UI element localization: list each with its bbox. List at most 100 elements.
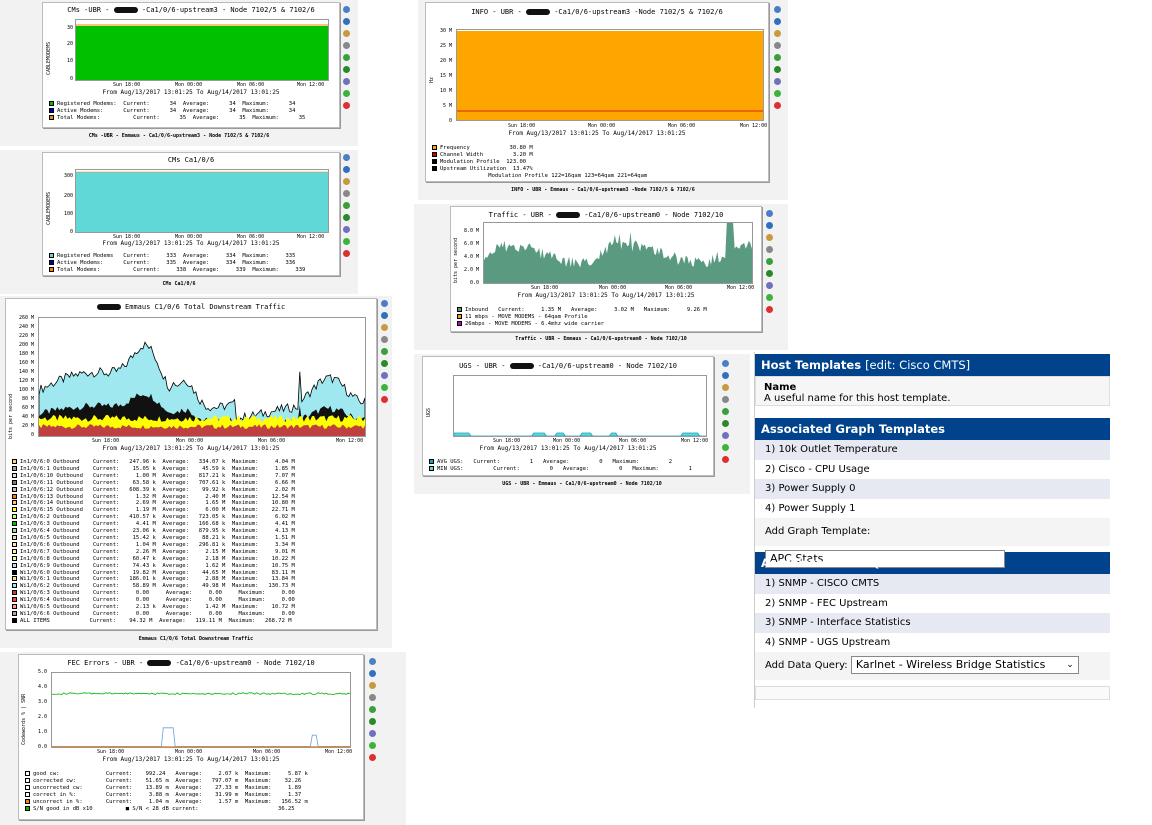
add-icon[interactable]: [722, 444, 729, 451]
bars-icon[interactable]: [343, 214, 350, 221]
properties-icon[interactable]: [766, 282, 773, 289]
spike-icon[interactable]: [343, 190, 350, 197]
spike-icon[interactable]: [766, 246, 773, 253]
graph-tools[interactable]: [343, 154, 351, 262]
zoom-icon[interactable]: [722, 360, 729, 367]
graph-template-item[interactable]: 1) 10k Outlet Temperature: [755, 440, 1110, 460]
y-tick: 60 M: [21, 405, 34, 411]
graph-traffic[interactable]: Traffic - UBR - -Ca1/0/6-upstream0 - Nod…: [450, 206, 762, 332]
graph-title: CMs Ca1/0/6: [167, 156, 215, 164]
spike-icon[interactable]: [369, 694, 376, 701]
query-icon[interactable]: [369, 670, 376, 677]
properties-icon[interactable]: [343, 226, 350, 233]
zoom-icon[interactable]: [343, 154, 350, 161]
graph-tools[interactable]: [722, 360, 730, 468]
data-query-item[interactable]: 4) SNMP - UGS Upstream: [755, 633, 1110, 653]
query-icon[interactable]: [343, 18, 350, 25]
graph-template-item[interactable]: 4) Power Supply 1: [755, 499, 1110, 519]
query-icon[interactable]: [774, 18, 781, 25]
add-icon[interactable]: [381, 384, 388, 391]
edit-template-link[interactable]: [edit: Cisco CMTS]: [865, 358, 970, 372]
graph-tools[interactable]: [343, 6, 351, 114]
csv-icon[interactable]: [369, 706, 376, 713]
delete-icon[interactable]: [381, 396, 388, 403]
bars-icon[interactable]: [343, 66, 350, 73]
zoom-icon[interactable]: [766, 210, 773, 217]
zoom-icon[interactable]: [774, 6, 781, 13]
wrench-icon[interactable]: [381, 324, 388, 331]
wrench-icon[interactable]: [774, 30, 781, 37]
graph-template-item[interactable]: 3) Power Supply 0: [755, 479, 1110, 499]
graph-info[interactable]: INFO - UBR - -Ca1/0/6-upstream3 -Node 71…: [425, 2, 769, 182]
graph-downstream[interactable]: Emmaus C1/0/6 Total Downstream Traffic b…: [5, 298, 377, 630]
delete-icon[interactable]: [774, 102, 781, 109]
graph-template-item[interactable]: 2) Cisco - CPU Usage: [755, 460, 1110, 480]
graph-tools[interactable]: [369, 658, 377, 766]
spike-icon[interactable]: [774, 42, 781, 49]
csv-icon[interactable]: [766, 258, 773, 265]
add-icon[interactable]: [369, 742, 376, 749]
graph-tools[interactable]: [766, 210, 774, 318]
legend-text: Wi1/0/6:1 Outbound Current: 186.01 k Ave…: [20, 576, 295, 583]
legend-item: uncorrect in %: Current: 1.04 m Average:…: [25, 798, 308, 806]
properties-icon[interactable]: [343, 78, 350, 85]
spike-icon[interactable]: [722, 396, 729, 403]
delete-icon[interactable]: [722, 456, 729, 463]
area-series: [76, 171, 328, 232]
legend-text: In1/0/6:2 Outbound Current: 410.57 k Ave…: [20, 514, 295, 521]
data-query-item[interactable]: 1) SNMP - CISCO CMTS: [755, 574, 1110, 594]
delete-icon[interactable]: [343, 102, 350, 109]
bars-icon[interactable]: [766, 270, 773, 277]
add-icon[interactable]: [766, 294, 773, 301]
query-icon[interactable]: [343, 166, 350, 173]
bars-icon[interactable]: [774, 66, 781, 73]
query-icon[interactable]: [381, 312, 388, 319]
spike-icon[interactable]: [343, 42, 350, 49]
wrench-icon[interactable]: [369, 682, 376, 689]
add-icon[interactable]: [774, 90, 781, 97]
data-query-item[interactable]: 3) SNMP - Interface Statistics: [755, 613, 1110, 633]
properties-icon[interactable]: [369, 730, 376, 737]
zoom-icon[interactable]: [369, 658, 376, 665]
wrench-icon[interactable]: [722, 384, 729, 391]
csv-icon[interactable]: [343, 54, 350, 61]
graph-cms-ca[interactable]: CMs Ca1/0/6 CABLEMODEMS 300 200 100 0 Su…: [42, 152, 340, 276]
bars-icon[interactable]: [722, 420, 729, 427]
properties-icon[interactable]: [774, 78, 781, 85]
add-data-query-select[interactable]: Karlnet - Wireless Bridge Statistics ⌄: [850, 656, 1079, 674]
graph-ugs[interactable]: UGS - UBR - -Ca1/0/6-upstream0 - Node 71…: [422, 356, 714, 476]
csv-icon[interactable]: [343, 202, 350, 209]
graph-tools[interactable]: [381, 300, 389, 408]
wrench-icon[interactable]: [766, 234, 773, 241]
plot-area: [456, 29, 764, 121]
csv-icon[interactable]: [774, 54, 781, 61]
properties-icon[interactable]: [381, 372, 388, 379]
bars-icon[interactable]: [381, 360, 388, 367]
add-icon[interactable]: [343, 238, 350, 245]
graph-panel-downstream: Emmaus C1/0/6 Total Downstream Traffic b…: [0, 296, 392, 648]
delete-icon[interactable]: [369, 754, 376, 761]
bars-icon[interactable]: [369, 718, 376, 725]
query-icon[interactable]: [722, 372, 729, 379]
graph-tools[interactable]: [774, 6, 782, 114]
delete-icon[interactable]: [343, 250, 350, 257]
legend-text: In1/0/6:10 Outbound Current: 1.00 M Aver…: [20, 472, 295, 479]
csv-icon[interactable]: [381, 348, 388, 355]
graph-cms-upstream3[interactable]: CMs -UBR - -Ca1/0/6-upstream3 - Node 710…: [42, 2, 340, 128]
legend-text: Wi1/0/6:6 Outbound Current: 0.00 Average…: [20, 610, 295, 617]
panel-footer: [755, 686, 1110, 700]
csv-icon[interactable]: [722, 408, 729, 415]
properties-icon[interactable]: [722, 432, 729, 439]
wrench-icon[interactable]: [343, 178, 350, 185]
add-icon[interactable]: [343, 90, 350, 97]
legend-swatch: [12, 500, 17, 506]
spike-icon[interactable]: [381, 336, 388, 343]
graph-fec[interactable]: FEC Errors - UBR - -Ca1/0/6-upstream0 - …: [18, 654, 364, 820]
wrench-icon[interactable]: [343, 30, 350, 37]
data-query-item[interactable]: 2) SNMP - FEC Upstream: [755, 594, 1110, 614]
redacted-block: [147, 660, 172, 666]
query-icon[interactable]: [766, 222, 773, 229]
zoom-icon[interactable]: [381, 300, 388, 307]
zoom-icon[interactable]: [343, 6, 350, 13]
delete-icon[interactable]: [766, 306, 773, 313]
